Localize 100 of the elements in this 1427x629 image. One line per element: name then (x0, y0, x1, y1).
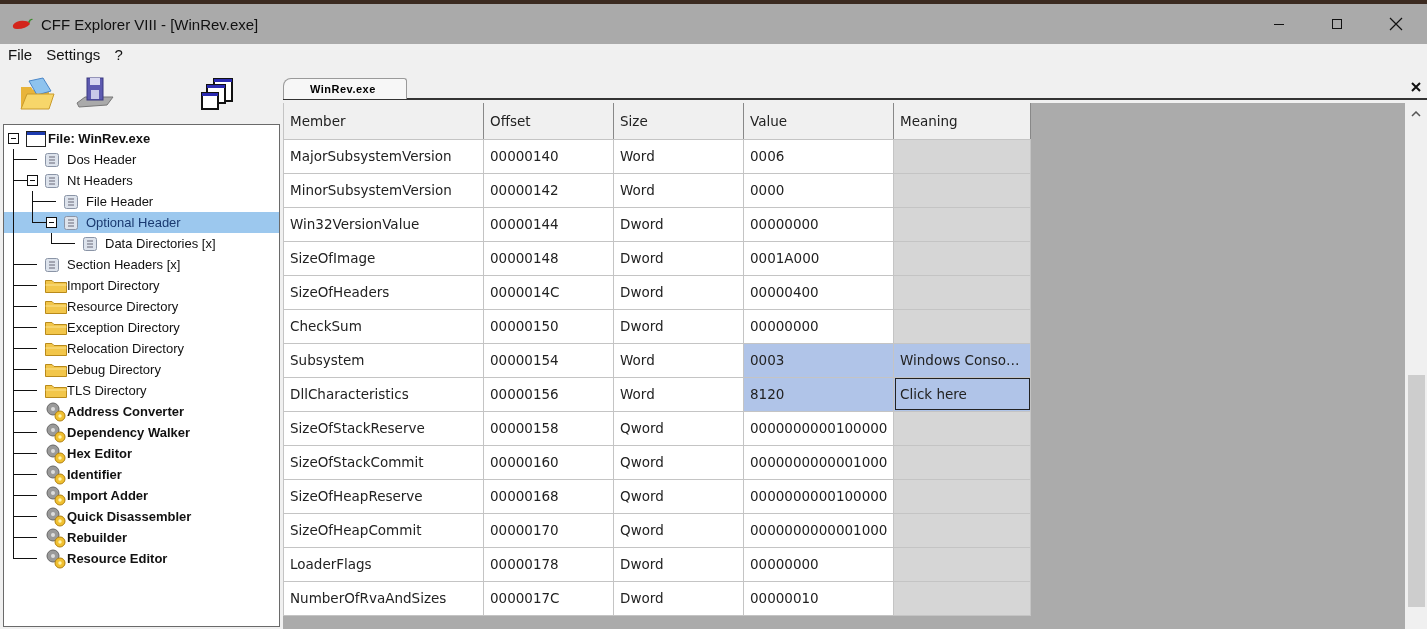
tree-item[interactable]: Debug Directory (13, 359, 279, 380)
tree-item[interactable]: File: WinRev.exe (4, 128, 279, 149)
collapse-icon[interactable] (46, 217, 57, 228)
table-cell: 00000168 (483, 479, 614, 513)
tree-item[interactable]: Import Directory (13, 275, 279, 296)
table-cell[interactable]: Click here (893, 377, 1031, 411)
tree-item[interactable]: Hex Editor (13, 443, 279, 464)
table-cell[interactable]: 0000 (743, 173, 894, 207)
gear-icon (45, 422, 67, 443)
table-cell[interactable] (893, 139, 1031, 173)
tree-item[interactable]: File Header (32, 191, 279, 212)
table-cell: SizeOfStackReserve (283, 411, 484, 445)
table-cell[interactable]: 8120 (743, 377, 894, 411)
tree-item[interactable]: Dos Header (13, 149, 279, 170)
column-header[interactable]: Value (743, 103, 894, 139)
table-cell: 00000160 (483, 445, 614, 479)
table-cell[interactable]: 0006 (743, 139, 894, 173)
gear-icon (45, 506, 67, 527)
folder-icon (45, 299, 67, 314)
table-cell[interactable] (893, 309, 1031, 343)
tree-item[interactable]: Quick Disassembler (13, 506, 279, 527)
table-cell[interactable] (893, 581, 1031, 615)
table-cell[interactable]: 0000000000001000 (743, 513, 894, 547)
table-cell[interactable] (893, 411, 1031, 445)
tree-item[interactable]: Exception Directory (13, 317, 279, 338)
tree-item[interactable]: Data Directories [x] (51, 233, 279, 254)
tree-item[interactable]: TLS Directory (13, 380, 279, 401)
tree-item[interactable]: Resource Directory (13, 296, 279, 317)
table-cell: 00000178 (483, 547, 614, 581)
scroll-thumb[interactable] (1407, 375, 1425, 607)
collapse-icon[interactable] (27, 175, 38, 186)
table-cell: Dword (613, 207, 744, 241)
table-cell[interactable]: 0003 (743, 343, 894, 377)
scroll-up-icon[interactable] (1411, 111, 1421, 117)
table-cell[interactable]: 00000400 (743, 275, 894, 309)
close-icon[interactable] (1411, 82, 1421, 92)
tree-item[interactable]: Section Headers [x] (13, 254, 279, 275)
table-cell: CheckSum (283, 309, 484, 343)
table-cell[interactable] (893, 445, 1031, 479)
tree-item[interactable]: Dependency Walker (13, 422, 279, 443)
table-cell: 00000154 (483, 343, 614, 377)
table-cell: MajorSubsystemVersion (283, 139, 484, 173)
chili-pepper-icon (11, 17, 33, 31)
tree-item[interactable]: Identifier (13, 464, 279, 485)
tree-item[interactable]: Address Converter (13, 401, 279, 422)
table-cell: LoaderFlags (283, 547, 484, 581)
table-cell[interactable] (893, 479, 1031, 513)
table-cell[interactable]: 0000000000001000 (743, 445, 894, 479)
table-cell: Word (613, 173, 744, 207)
close-icon[interactable] (1389, 17, 1403, 31)
table-cell[interactable]: Windows Conso… (893, 343, 1031, 377)
document-icon (45, 257, 59, 272)
tree-item[interactable]: Import Adder (13, 485, 279, 506)
column-header[interactable]: Member (283, 103, 484, 139)
tree-item[interactable]: Rebuilder (13, 527, 279, 548)
table-cell[interactable] (893, 173, 1031, 207)
file-tab[interactable]: WinRev.exe (283, 78, 407, 99)
table-cell[interactable] (893, 275, 1031, 309)
table-cell[interactable]: 00000010 (743, 581, 894, 615)
table-cell[interactable]: 0000000000100000 (743, 479, 894, 513)
table-cell[interactable]: 00000000 (743, 207, 894, 241)
table-cell: Dword (613, 241, 744, 275)
table-cell: Dword (613, 275, 744, 309)
menu-item[interactable]: ? (107, 46, 130, 63)
table-cell[interactable]: 00000000 (743, 547, 894, 581)
open-folder-icon[interactable] (19, 76, 55, 111)
collapse-icon[interactable] (8, 133, 19, 144)
folder-icon (45, 362, 67, 377)
table-cell: Word (613, 377, 744, 411)
maximize-icon[interactable] (1331, 18, 1343, 30)
table-cell: Qword (613, 479, 744, 513)
table-cell: Dword (613, 547, 744, 581)
table-cell[interactable] (893, 207, 1031, 241)
menu-item[interactable]: Settings (39, 46, 108, 63)
column-header[interactable]: Size (613, 103, 744, 139)
column-header[interactable]: Offset (483, 103, 614, 139)
table-cell: SizeOfStackCommit (283, 445, 484, 479)
document-icon (45, 173, 59, 188)
gear-icon (45, 401, 67, 422)
column-header[interactable]: Meaning (893, 103, 1031, 139)
table-cell: SizeOfHeapReserve (283, 479, 484, 513)
table-cell: 0000014C (483, 275, 614, 309)
window-title: CFF Explorer VIII - [WinRev.exe] (41, 15, 259, 33)
table-cell[interactable] (893, 513, 1031, 547)
table-cell: SizeOfHeaders (283, 275, 484, 309)
table-cell: 00000170 (483, 513, 614, 547)
table-cell: 00000158 (483, 411, 614, 445)
tree-item[interactable]: Resource Editor (13, 548, 279, 569)
table-cell[interactable]: 0001A000 (743, 241, 894, 275)
table-cell: 00000144 (483, 207, 614, 241)
tree-item[interactable]: Nt Headers (13, 170, 279, 191)
table-cell[interactable] (893, 241, 1031, 275)
folder-icon (45, 320, 67, 335)
table-cell[interactable]: 00000000 (743, 309, 894, 343)
tree-item[interactable]: Relocation Directory (13, 338, 279, 359)
table-cell[interactable] (893, 547, 1031, 581)
table-cell[interactable]: 0000000000100000 (743, 411, 894, 445)
menu-item[interactable]: File (1, 46, 40, 63)
table-cell: SizeOfHeapCommit (283, 513, 484, 547)
windows-icon[interactable] (200, 76, 236, 111)
